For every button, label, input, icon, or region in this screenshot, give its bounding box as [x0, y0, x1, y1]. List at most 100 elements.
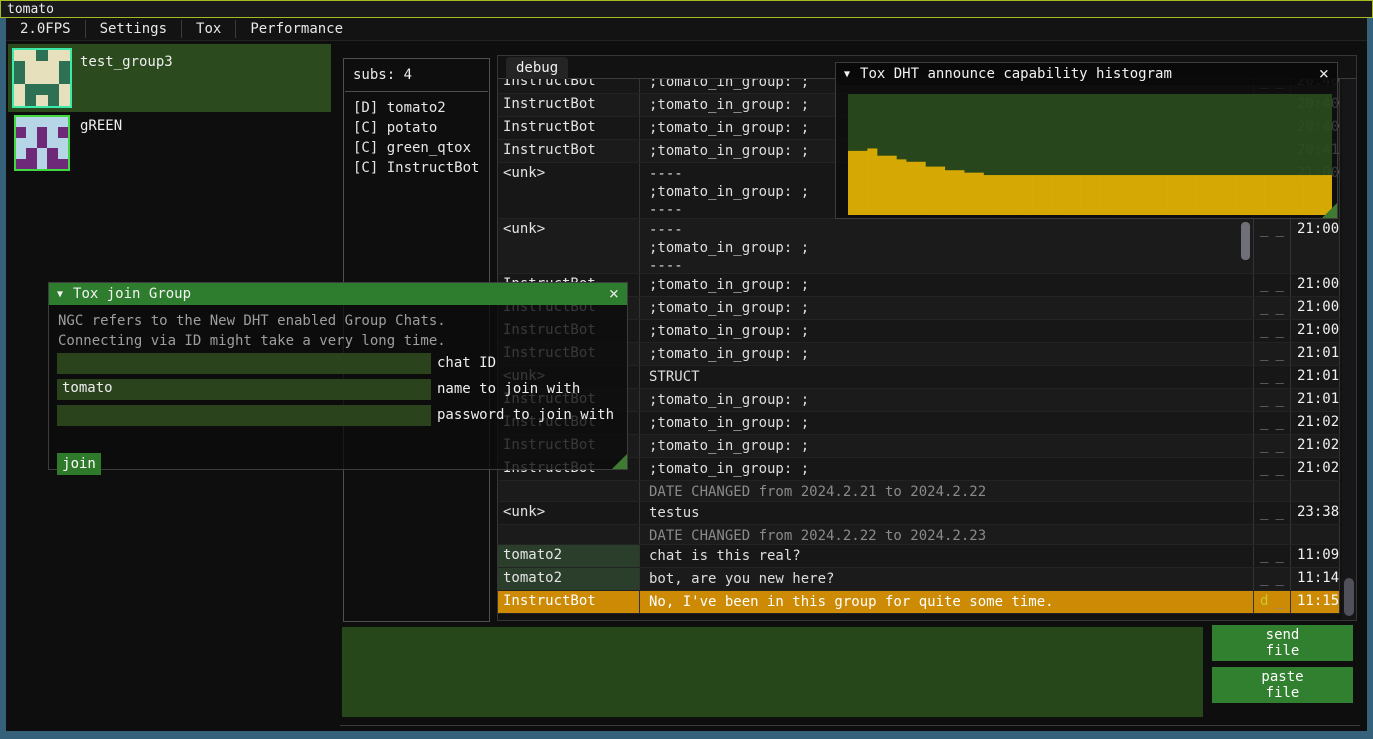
- message-timestamp: 21:00: [1291, 320, 1340, 342]
- dht-histogram-window: ▼ Tox DHT announce capability histogram …: [835, 62, 1338, 219]
- message-row[interactable]: InstructBotNo, I've been in this group f…: [498, 591, 1340, 614]
- message-status-flags: __: [1254, 502, 1291, 524]
- menu-item-settings[interactable]: Settings: [86, 18, 181, 41]
- message-timestamp: 21:01: [1291, 343, 1340, 365]
- message-text: ;tomato_in_group: ;: [640, 297, 1254, 319]
- message-timestamp: 21:00: [1291, 274, 1340, 296]
- button-label-line: send: [1266, 627, 1300, 643]
- avatar-pixel: [25, 84, 36, 95]
- subs-member: [C] InstructBot: [353, 158, 489, 178]
- message-status-flags: [1254, 481, 1291, 501]
- menu-item-tox[interactable]: Tox: [182, 18, 235, 41]
- tab-debug[interactable]: debug: [506, 57, 568, 79]
- subs-member: [C] potato: [353, 118, 489, 138]
- join-button[interactable]: join: [57, 453, 101, 475]
- message-pane-scrollbar-thumb[interactable]: [1241, 222, 1250, 260]
- avatar-pixel: [58, 159, 68, 169]
- date-change-text: DATE CHANGED from 2024.2.21 to 2024.2.22: [640, 481, 1254, 501]
- message-timestamp: 21:02: [1291, 412, 1340, 434]
- avatar-pixel: [36, 84, 47, 95]
- avatar-pixel: [48, 50, 59, 61]
- avatar-pixel: [58, 117, 68, 127]
- resize-grip-icon[interactable]: [1322, 203, 1337, 218]
- message-text: ;tomato_in_group: ;: [640, 389, 1254, 411]
- message-row[interactable]: tomato2chat is this real?__11:09: [498, 545, 1340, 568]
- chat-id-label: chat ID: [437, 355, 496, 371]
- menu-item-performance[interactable]: Performance: [236, 18, 357, 41]
- message-row[interactable]: <unk>testus__23:38: [498, 502, 1340, 525]
- avatar-pixel: [58, 148, 68, 158]
- avatar-pixel: [25, 72, 36, 83]
- message-status-flags: __: [1254, 545, 1291, 567]
- message-text: ;tomato_in_group: ;: [640, 343, 1254, 365]
- message-row[interactable]: <unk>----;tomato_in_group: ;----__21:00: [498, 219, 1340, 274]
- message-text: ;tomato_in_group: ;: [640, 412, 1254, 434]
- sender-name: InstructBot: [498, 140, 640, 162]
- avatar-pixel: [58, 127, 68, 137]
- message-text: No, I've been in this group for quite so…: [640, 591, 1254, 613]
- status-flag: _: [1275, 322, 1283, 342]
- avatar-pixel: [59, 84, 70, 95]
- message-status-flags: d_: [1254, 591, 1291, 613]
- avatar-pixel: [14, 72, 25, 83]
- avatar-pixel: [48, 61, 59, 72]
- message-text: ;tomato_in_group: ;: [640, 274, 1254, 296]
- status-flag: _: [1260, 368, 1268, 388]
- avatar-pixel: [16, 127, 26, 137]
- status-flag: _: [1260, 345, 1268, 365]
- chat-id-input[interactable]: [57, 353, 431, 374]
- status-flag: _: [1260, 276, 1268, 296]
- avatar-pixel: [16, 138, 26, 148]
- close-icon[interactable]: ×: [609, 287, 619, 301]
- avatar-pixel: [14, 50, 25, 61]
- avatar-pixel: [14, 95, 25, 106]
- message-timestamp: 11:09: [1291, 545, 1340, 567]
- join-group-window-title: Tox join Group: [73, 286, 191, 302]
- avatar-pixel: [58, 138, 68, 148]
- send-file-button[interactable]: sendfile: [1212, 625, 1353, 661]
- delivered-flag: d: [1260, 593, 1268, 613]
- chat-scrollbar[interactable]: [1342, 79, 1356, 620]
- dht-histogram-window-body: [836, 85, 1337, 218]
- avatar-pixel: [14, 84, 25, 95]
- window-titlebar[interactable]: tomato: [0, 0, 1373, 18]
- message-timestamp: 21:00: [1291, 219, 1340, 273]
- status-flag: _: [1260, 221, 1268, 273]
- avatar-pixel: [37, 138, 47, 148]
- chat-scrollbar-thumb[interactable]: [1344, 578, 1354, 616]
- sender-name: <unk>: [498, 163, 640, 218]
- resize-grip-icon[interactable]: [612, 454, 627, 469]
- histogram-bars: [848, 94, 1332, 215]
- status-flag: _: [1260, 547, 1268, 567]
- join-group-window-titlebar[interactable]: ▼ Tox join Group ×: [49, 283, 627, 305]
- dht-histogram-window-titlebar[interactable]: ▼ Tox DHT announce capability histogram …: [836, 63, 1337, 85]
- collapse-arrow-icon[interactable]: ▼: [844, 69, 850, 80]
- join-password-input[interactable]: [57, 405, 431, 426]
- avatar-pixel: [59, 61, 70, 72]
- close-icon[interactable]: ×: [1319, 67, 1329, 81]
- join-name-input[interactable]: tomato: [57, 379, 431, 400]
- message-row[interactable]: tomato2bot, are you new here?__11:14: [498, 568, 1340, 591]
- group-avatar: [14, 115, 70, 171]
- message-timestamp: 23:38: [1291, 502, 1340, 524]
- message-timestamp: [1291, 481, 1340, 501]
- avatar-pixel: [26, 138, 36, 148]
- date-change-row[interactable]: DATE CHANGED from 2024.2.22 to 2024.2.23: [498, 525, 1340, 545]
- message-status-flags: __: [1254, 343, 1291, 365]
- status-flag: _: [1275, 570, 1283, 590]
- window-border-left: [0, 18, 6, 739]
- avatar-pixel: [36, 72, 47, 83]
- message-timestamp: 21:01: [1291, 389, 1340, 411]
- avatar-pixel: [36, 50, 47, 61]
- message-input[interactable]: [342, 627, 1203, 717]
- subs-separator: [345, 91, 488, 92]
- date-change-row[interactable]: DATE CHANGED from 2024.2.21 to 2024.2.22: [498, 481, 1340, 502]
- message-text: ;tomato_in_group: ;: [640, 320, 1254, 342]
- avatar-pixel: [59, 50, 70, 61]
- join-name-label: name to join with: [437, 381, 580, 397]
- paste-file-button[interactable]: pastefile: [1212, 667, 1353, 703]
- status-flag: _: [1275, 299, 1283, 319]
- collapse-arrow-icon[interactable]: ▼: [57, 289, 63, 300]
- sender-name: InstructBot: [498, 79, 640, 93]
- join-group-window: ▼ Tox join Group × NGC refers to the New…: [48, 282, 628, 470]
